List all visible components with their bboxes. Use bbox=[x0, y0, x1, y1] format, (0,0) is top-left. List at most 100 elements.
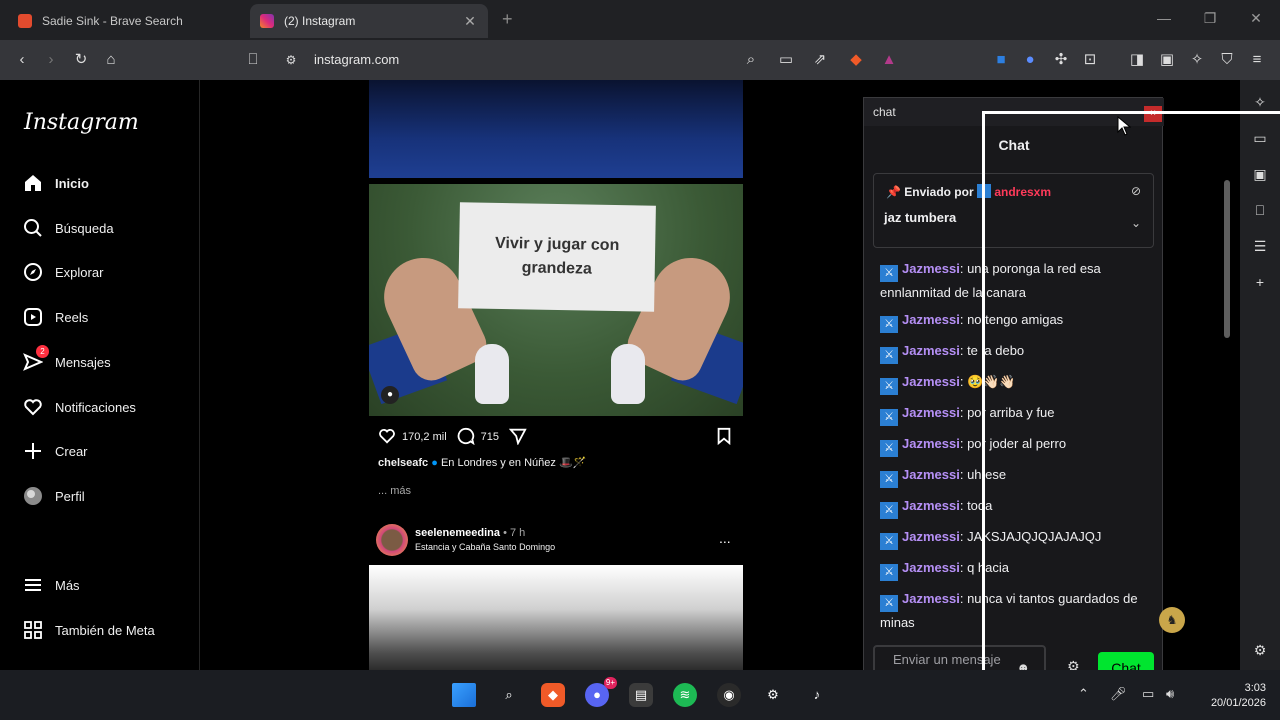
bookmarks-icon[interactable]: ⎕ bbox=[1250, 200, 1270, 220]
like-icon[interactable] bbox=[378, 427, 396, 448]
minimize-icon[interactable]: — bbox=[1154, 10, 1174, 26]
brave-browser-icon[interactable]: ◆ bbox=[541, 683, 565, 707]
save-icon[interactable] bbox=[716, 427, 732, 448]
chat-input-placeholder: Enviar un mensaje bbox=[893, 652, 1001, 667]
pinned-username[interactable]: andresxm bbox=[994, 185, 1051, 199]
brave-shields-icon[interactable]: ◆ bbox=[847, 51, 865, 69]
share-icon[interactable]: ⇗ bbox=[811, 51, 829, 69]
chat-username[interactable]: Jazmessi bbox=[902, 498, 960, 513]
instagram-logo[interactable]: Instagram bbox=[24, 110, 139, 135]
vpn-icon[interactable]: ⛉ bbox=[1218, 51, 1236, 69]
nav-item-perfil[interactable]: Perfil bbox=[22, 481, 192, 511]
extension-icon[interactable]: ■ bbox=[992, 51, 1010, 69]
chat-username[interactable]: Jazmessi bbox=[902, 312, 960, 327]
chat-username[interactable]: Jazmessi bbox=[902, 343, 960, 358]
home-icon[interactable]: ⌂ bbox=[102, 51, 120, 69]
tab-close-icon[interactable]: ✕ bbox=[462, 13, 478, 30]
nav-item-tambien-de-meta[interactable]: También de Meta bbox=[22, 615, 192, 645]
hide-pinned-icon[interactable]: ⊘ bbox=[1131, 184, 1141, 198]
chat-username[interactable]: Jazmessi bbox=[902, 467, 960, 482]
site-settings-icon[interactable]: ⚙ bbox=[282, 51, 300, 69]
chat-close-button[interactable]: × bbox=[1144, 106, 1162, 122]
desktop-screen: Sadie Sink - Brave Search (2) Instagram … bbox=[0, 0, 1280, 720]
cast-icon[interactable]: ▭ bbox=[777, 51, 795, 69]
nav-item-explorar[interactable]: Explorar bbox=[22, 257, 192, 287]
volume-icon[interactable]: 🔊︎ bbox=[1166, 686, 1174, 702]
moderator-badge-icon bbox=[976, 184, 991, 198]
chat-username[interactable]: Jazmessi bbox=[902, 261, 960, 276]
wallet-icon[interactable]: ▣ bbox=[1158, 51, 1176, 69]
wallet-icon[interactable]: ▣ bbox=[1250, 164, 1270, 184]
chat-username[interactable]: Jazmessi bbox=[902, 436, 960, 451]
post2-options-icon[interactable]: ... bbox=[719, 530, 731, 546]
comment-icon[interactable] bbox=[457, 427, 475, 448]
discord-icon[interactable]: ● 9+ bbox=[585, 677, 617, 707]
pinned-message[interactable]: 📌 Enviado por andresxm jaz tumbera ⊘ ⌄ bbox=[873, 173, 1154, 248]
system-clock[interactable]: 3:03 20/01/2026 bbox=[1196, 681, 1266, 711]
nav-item-notificaciones[interactable]: Notificaciones bbox=[22, 392, 192, 422]
extensions-puzzle-icon[interactable]: ✣ bbox=[1052, 51, 1070, 69]
leo-ai-icon[interactable]: ✧ bbox=[1188, 51, 1206, 69]
address-bar[interactable]: instagram.com bbox=[314, 52, 399, 67]
caption-more-link[interactable]: ... más bbox=[378, 485, 411, 497]
new-tab-icon[interactable]: + bbox=[502, 9, 513, 30]
chevron-down-icon[interactable]: ⌄ bbox=[1131, 216, 1141, 230]
maximize-icon[interactable]: ❐ bbox=[1200, 10, 1220, 27]
browser-sidebar: ✧ ▭ ▣ ⎕ ☰ + ⚙ bbox=[1240, 80, 1280, 670]
chat-username[interactable]: Jazmessi bbox=[902, 374, 960, 389]
spotify-icon[interactable]: ≋ bbox=[673, 683, 697, 707]
chat-username[interactable]: Jazmessi bbox=[902, 529, 960, 544]
nav-item-crear[interactable]: Crear bbox=[22, 436, 192, 466]
brave-rewards-icon[interactable]: ▲ bbox=[880, 51, 898, 69]
windows-start-icon[interactable] bbox=[452, 683, 476, 707]
comment-count: 715 bbox=[480, 431, 499, 443]
window-close-icon[interactable]: ✕ bbox=[1246, 10, 1266, 27]
share-icon[interactable] bbox=[508, 427, 527, 448]
search-icon[interactable]: ⌕ bbox=[497, 683, 521, 707]
zoom-icon[interactable]: ⌕ bbox=[742, 51, 760, 69]
nav-item-mas[interactable]: Más bbox=[22, 570, 192, 600]
tab-instagram[interactable]: (2) Instagram ✕ bbox=[250, 4, 488, 38]
settings-icon[interactable]: ⚙ bbox=[761, 683, 785, 707]
chevron-up-icon[interactable]: ⌃ bbox=[1078, 686, 1089, 702]
network-icon[interactable]: ▭ bbox=[1142, 686, 1154, 702]
extension-icon[interactable]: ● bbox=[1021, 51, 1039, 69]
tagged-user-icon[interactable]: ● bbox=[381, 386, 399, 404]
forward-icon[interactable]: › bbox=[42, 51, 60, 69]
video-icon[interactable]: ▭ bbox=[1250, 128, 1270, 148]
post2-username[interactable]: seelenemeedina bbox=[415, 527, 500, 539]
back-icon[interactable]: ‹ bbox=[13, 51, 31, 69]
sidebar-toggle-icon[interactable]: ◨ bbox=[1128, 51, 1146, 69]
floating-avatar-icon[interactable]: ♞ bbox=[1159, 607, 1185, 633]
obs-icon[interactable]: ◉ bbox=[717, 683, 741, 707]
chat-text: JAKSJAJQJQJAJAJQJ bbox=[967, 529, 1102, 544]
sidebar-settings-icon[interactable]: ⚙ bbox=[1250, 640, 1270, 660]
tiktok-icon[interactable]: ♪ bbox=[805, 683, 829, 707]
post-image-paper[interactable]: Vivir y jugar con grandeza ● bbox=[369, 184, 743, 416]
caption-username[interactable]: chelseafc bbox=[378, 457, 428, 469]
files-icon[interactable]: ▤ bbox=[629, 683, 653, 707]
bookmark-icon[interactable]: ⎕ bbox=[244, 51, 262, 69]
page-scrollbar[interactable] bbox=[1220, 84, 1234, 670]
nav-item-inicio[interactable]: Inicio bbox=[22, 168, 192, 198]
screenshot-icon[interactable]: ⊡ bbox=[1081, 51, 1099, 69]
chat-username[interactable]: Jazmessi bbox=[902, 591, 960, 606]
microphone-icon[interactable]: 🎤︎ bbox=[1110, 686, 1127, 702]
post2-avatar[interactable] bbox=[376, 524, 408, 556]
post-image-players[interactable] bbox=[369, 80, 743, 178]
post2-location[interactable]: Estancia y Cabaña Santo Domingo bbox=[415, 542, 555, 552]
nav-item-reels[interactable]: Reels bbox=[22, 302, 192, 332]
post2-image[interactable] bbox=[369, 565, 743, 670]
nav-item-busqueda[interactable]: Búsqueda bbox=[22, 213, 192, 243]
nav-item-mensajes[interactable]: 2 Mensajes bbox=[22, 345, 192, 377]
reading-list-icon[interactable]: ☰ bbox=[1250, 236, 1270, 256]
chat-message: ⚔ Jazmessi: por arriba y fue bbox=[880, 402, 1156, 426]
menu-icon[interactable]: ≡ bbox=[1248, 51, 1266, 69]
reload-icon[interactable]: ↻ bbox=[72, 51, 90, 69]
add-panel-icon[interactable]: + bbox=[1250, 272, 1270, 292]
scrollbar-thumb[interactable] bbox=[1224, 180, 1230, 338]
tab-brave-search[interactable]: Sadie Sink - Brave Search bbox=[8, 4, 250, 38]
chat-username[interactable]: Jazmessi bbox=[902, 405, 960, 420]
leo-ai-icon[interactable]: ✧ bbox=[1250, 92, 1270, 112]
chat-username[interactable]: Jazmessi bbox=[902, 560, 960, 575]
